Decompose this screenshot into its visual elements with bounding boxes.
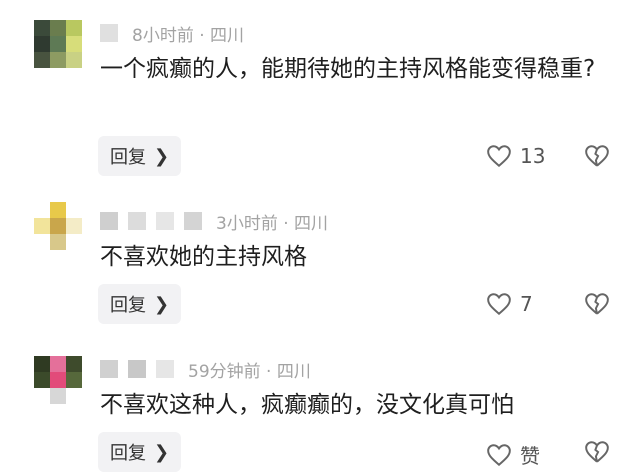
reply-label: 回复	[110, 295, 146, 316]
chevron-right-icon: ❯	[154, 293, 170, 315]
avatar-pixel	[50, 218, 66, 234]
reply-label: 回复	[110, 147, 146, 168]
like-button[interactable]: 13	[486, 144, 545, 168]
like-count: 7	[520, 292, 533, 316]
avatar-pixel	[34, 372, 50, 388]
username-mosaic-block	[184, 212, 202, 230]
avatar-pixel	[66, 202, 82, 218]
reply-button[interactable]: 回复 ❯	[98, 136, 182, 176]
username-mosaic-block	[128, 212, 146, 230]
avatar-pixel	[66, 372, 82, 388]
avatar-pixel	[34, 234, 50, 250]
username-mosaic-block	[100, 360, 118, 378]
avatar-pixel	[50, 36, 66, 52]
comment-time-location: 59分钟前 · 四川	[188, 361, 311, 382]
username-mosaic-block	[128, 360, 146, 378]
comment-meta: 8小时前 · 四川	[100, 20, 244, 46]
comment-text: 不喜欢这种人，疯癫癫的，没文化真可怕	[100, 392, 514, 418]
avatar-pixel	[66, 356, 82, 372]
username-mosaic-block	[156, 212, 174, 230]
like-button[interactable]: 赞	[486, 440, 540, 469]
like-button[interactable]: 7	[486, 292, 533, 316]
reply-label: 回复	[110, 443, 146, 464]
like-count: 13	[520, 144, 546, 168]
username-mosaic-block	[156, 360, 174, 378]
heart-icon	[487, 293, 511, 316]
avatar-pixel	[50, 234, 66, 250]
avatar-pixel	[34, 52, 50, 68]
avatar-pixel	[50, 20, 66, 36]
avatar-pixel	[50, 372, 66, 388]
avatar-pixel	[34, 218, 50, 234]
comment-text: 一个疯癫的人，能期待她的主持风格能变得稳重?	[100, 56, 596, 82]
like-count: 赞	[520, 444, 540, 468]
avatar-pixel	[66, 52, 82, 68]
avatar-pixel	[66, 20, 82, 36]
heart-icon	[487, 145, 511, 168]
avatar-pixel	[50, 52, 66, 68]
username-redacted[interactable]	[100, 212, 202, 230]
avatar[interactable]	[34, 356, 82, 404]
username-mosaic-block	[100, 24, 118, 42]
comment-time-location: 3小时前 · 四川	[216, 213, 329, 234]
avatar-pixel	[66, 36, 82, 52]
avatar-pixel	[50, 202, 66, 218]
avatar-pixel	[50, 356, 66, 372]
avatar[interactable]	[34, 202, 82, 250]
avatar-pixel	[34, 356, 50, 372]
avatar[interactable]	[34, 20, 82, 68]
comment-time-location: 8小时前 · 四川	[132, 25, 245, 46]
reply-button[interactable]: 回复 ❯	[98, 284, 182, 324]
heart-icon	[487, 443, 511, 466]
avatar-pixel	[34, 202, 50, 218]
username-mosaic-block	[100, 212, 118, 230]
avatar-pixel	[66, 218, 82, 234]
reply-button[interactable]: 回复 ❯	[98, 432, 182, 472]
broken-heart-icon[interactable]	[584, 144, 610, 168]
username-redacted[interactable]	[100, 360, 174, 378]
comment-meta: 3小时前 · 四川	[100, 208, 328, 234]
avatar-pixel	[66, 234, 82, 250]
broken-heart-icon[interactable]	[584, 292, 610, 316]
broken-heart-icon[interactable]	[584, 440, 610, 464]
username-redacted[interactable]	[100, 24, 118, 42]
avatar-pixel	[50, 388, 66, 404]
comment-text: 不喜欢她的主持风格	[100, 244, 307, 270]
chevron-right-icon: ❯	[154, 145, 170, 167]
avatar-pixel	[66, 388, 82, 404]
comment-meta: 59分钟前 · 四川	[100, 356, 311, 382]
avatar-pixel	[34, 36, 50, 52]
chevron-right-icon: ❯	[154, 441, 170, 463]
avatar-pixel	[34, 388, 50, 404]
avatar-pixel	[34, 20, 50, 36]
